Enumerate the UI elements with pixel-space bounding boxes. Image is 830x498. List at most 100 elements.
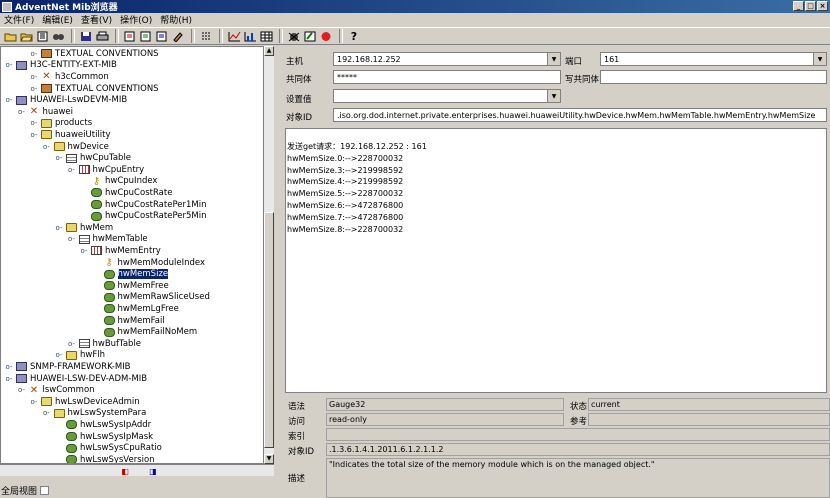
expand-handle-icon[interactable]: o- — [68, 340, 76, 348]
tree-node[interactable]: o-products — [30, 118, 93, 130]
oid-field[interactable]: .iso.org.dod.internet.private.enterprise… — [333, 108, 827, 122]
set-icon[interactable] — [171, 29, 185, 43]
result-area[interactable]: 发送get请求：192.168.12.252 : 161 hwMemSize.0:… — [285, 128, 827, 393]
expand-handle-icon[interactable]: o- — [5, 375, 13, 383]
tree-node[interactable]: hwMemFree — [93, 280, 169, 292]
expand-handle-icon[interactable]: o- — [5, 96, 13, 104]
scroll-thumb[interactable] — [264, 212, 274, 448]
port-dropdown-icon[interactable]: ▼ — [813, 53, 826, 65]
tree-node[interactable]: hwMemRawSliceUsed — [93, 292, 210, 304]
expand-handle-icon[interactable]: o- — [5, 363, 13, 371]
stop-icon[interactable] — [319, 29, 333, 43]
tree-node[interactable]: o- SNMP-FRAMEWORK-MIB — [5, 361, 131, 373]
expand-handle-icon[interactable]: o- — [55, 224, 63, 232]
tree-node[interactable]: o-hwMemEntry — [80, 245, 161, 257]
set-value-dropdown-icon[interactable]: ▼ — [547, 90, 560, 102]
multi-varbind-icon[interactable] — [199, 29, 213, 43]
tree-node[interactable]: o-hwCpuEntry — [68, 164, 144, 176]
host-dropdown-icon[interactable]: ▼ — [547, 53, 560, 65]
minimize-button[interactable]: _ — [793, 1, 804, 11]
menu-help[interactable]: 帮助(H) — [156, 13, 196, 26]
tree-node[interactable]: o- TEXTUAL CONVENTIONS — [30, 83, 159, 95]
tree-vertical-scrollbar[interactable]: ▲ ▼ — [264, 46, 274, 464]
tree-node[interactable]: hwMemLgFree — [93, 303, 179, 315]
tree-node[interactable]: o-hwLswSystemPara — [43, 408, 146, 420]
tree-node[interactable]: o-hwCpuTable — [55, 152, 132, 164]
getnext-icon[interactable] — [139, 29, 153, 43]
tree-node[interactable]: o- TEXTUAL CONVENTIONS — [30, 48, 159, 60]
tree-node[interactable]: o-hwLswDeviceAdmin — [30, 396, 140, 408]
expand-handle-icon[interactable]: o- — [80, 247, 88, 255]
print-icon[interactable] — [95, 29, 109, 43]
tree-node[interactable]: hwCpuCostRatePer5Min — [80, 210, 206, 222]
expand-handle-icon[interactable]: o- — [43, 143, 51, 151]
tree-node[interactable]: hwCpuCostRate — [80, 187, 172, 199]
table-view-icon[interactable] — [259, 29, 273, 43]
tree-node[interactable]: o-hwMemTable — [68, 234, 148, 246]
save-icon[interactable] — [79, 29, 93, 43]
tree-node[interactable]: o- ✕ h3cCommon — [30, 71, 109, 83]
expand-handle-icon[interactable]: o- — [18, 108, 26, 116]
open-folder-icon[interactable] — [19, 29, 33, 43]
scroll-down-arrow-icon[interactable]: ▼ — [264, 454, 274, 464]
expand-handle-icon[interactable]: o- — [43, 409, 51, 417]
tree-horizontal-scrollbar[interactable] — [0, 464, 274, 476]
tree-node[interactable]: ⚷ hwMemModuleIndex — [93, 257, 205, 269]
maximize-button[interactable]: □ — [805, 1, 816, 11]
getbulk-icon[interactable] — [155, 29, 169, 43]
open-icon[interactable] — [3, 29, 17, 43]
tree-node[interactable]: o-huaweiUtility — [30, 129, 111, 141]
help-icon[interactable]: ? — [347, 29, 361, 43]
write-community-field[interactable] — [600, 70, 827, 84]
menu-operation[interactable]: 操作(O) — [116, 13, 156, 26]
port-combo[interactable]: 161 ▼ — [600, 52, 827, 66]
tree-node[interactable]: o-hwDevice — [43, 141, 109, 153]
tree-node[interactable]: o- ✕ huawei — [18, 106, 73, 118]
line-graph-icon[interactable] — [243, 29, 257, 43]
expand-handle-icon[interactable]: o- — [5, 61, 13, 69]
tree-node[interactable]: hwCpuCostRatePer1Min — [80, 199, 206, 211]
close-button[interactable]: × — [817, 1, 828, 11]
menu-view[interactable]: 查看(V) — [77, 13, 116, 26]
expand-handle-icon[interactable]: o- — [30, 50, 38, 58]
tree-node[interactable]: o-hwFlh — [55, 350, 105, 362]
menu-edit[interactable]: 编辑(E) — [38, 13, 77, 26]
expand-handle-icon[interactable]: o- — [68, 166, 76, 174]
expand-handle-icon[interactable]: o- — [30, 85, 38, 93]
nav-back-icon[interactable]: ◧ — [118, 467, 132, 477]
tree-node[interactable]: ⚷ hwCpuIndex — [80, 176, 158, 188]
expand-handle-icon[interactable]: o- — [18, 386, 26, 394]
trap-icon[interactable] — [287, 29, 301, 43]
expand-handle-icon[interactable]: o- — [68, 235, 76, 243]
get-icon[interactable] — [123, 29, 137, 43]
tree-node[interactable]: hwLswSysIpMask — [55, 431, 153, 443]
tree-node[interactable]: o- HUAWEI-LswDEVM-MIB — [5, 94, 128, 106]
host-combo[interactable]: 192.168.12.252 ▼ — [333, 52, 561, 66]
expand-handle-icon[interactable]: o- — [30, 131, 38, 139]
tree-node[interactable]: hwLswSysIpAddr — [55, 419, 151, 431]
mib-tree[interactable]: o- TEXTUAL CONVENTIONS o- H3C-ENTITY-EXT-MI… — [0, 46, 264, 464]
tree-node[interactable]: hwLswSysVersion — [55, 454, 155, 463]
expand-handle-icon[interactable]: o- — [55, 351, 63, 359]
expand-handle-icon[interactable]: o- — [30, 73, 38, 81]
scroll-up-arrow-icon[interactable]: ▲ — [264, 46, 274, 56]
tree-node[interactable]: o- ✕ lswCommon — [18, 384, 95, 396]
expand-handle-icon[interactable]: o- — [55, 154, 63, 162]
tree-node[interactable]: o- HUAWEI-LSW-DEV-ADM-MIB — [5, 373, 148, 385]
community-field[interactable]: ***** — [333, 70, 561, 84]
tree-node[interactable]: hwLswSysCpuRatio — [55, 442, 162, 454]
tree-node[interactable]: hwMemFailNoMem — [93, 326, 197, 338]
tree-node[interactable]: o- H3C-ENTITY-EXT-MIB — [5, 60, 117, 72]
nav-forward-icon[interactable]: ◨ — [146, 467, 160, 477]
tree-node[interactable]: o-hwMem — [55, 222, 114, 234]
graph-icon[interactable] — [227, 29, 241, 43]
save-module-icon[interactable] — [35, 29, 49, 43]
edit-icon[interactable] — [303, 29, 317, 43]
menu-file[interactable]: 文件(F) — [0, 13, 38, 26]
global-view-option[interactable]: 全局视图 — [1, 484, 50, 497]
expand-handle-icon[interactable]: o- — [30, 119, 38, 127]
find-icon[interactable] — [51, 29, 65, 43]
tree-node[interactable]: hwMemSize — [93, 268, 169, 280]
expand-handle-icon[interactable]: o- — [30, 398, 38, 406]
tree-node[interactable]: o-hwBufTable — [68, 338, 141, 350]
